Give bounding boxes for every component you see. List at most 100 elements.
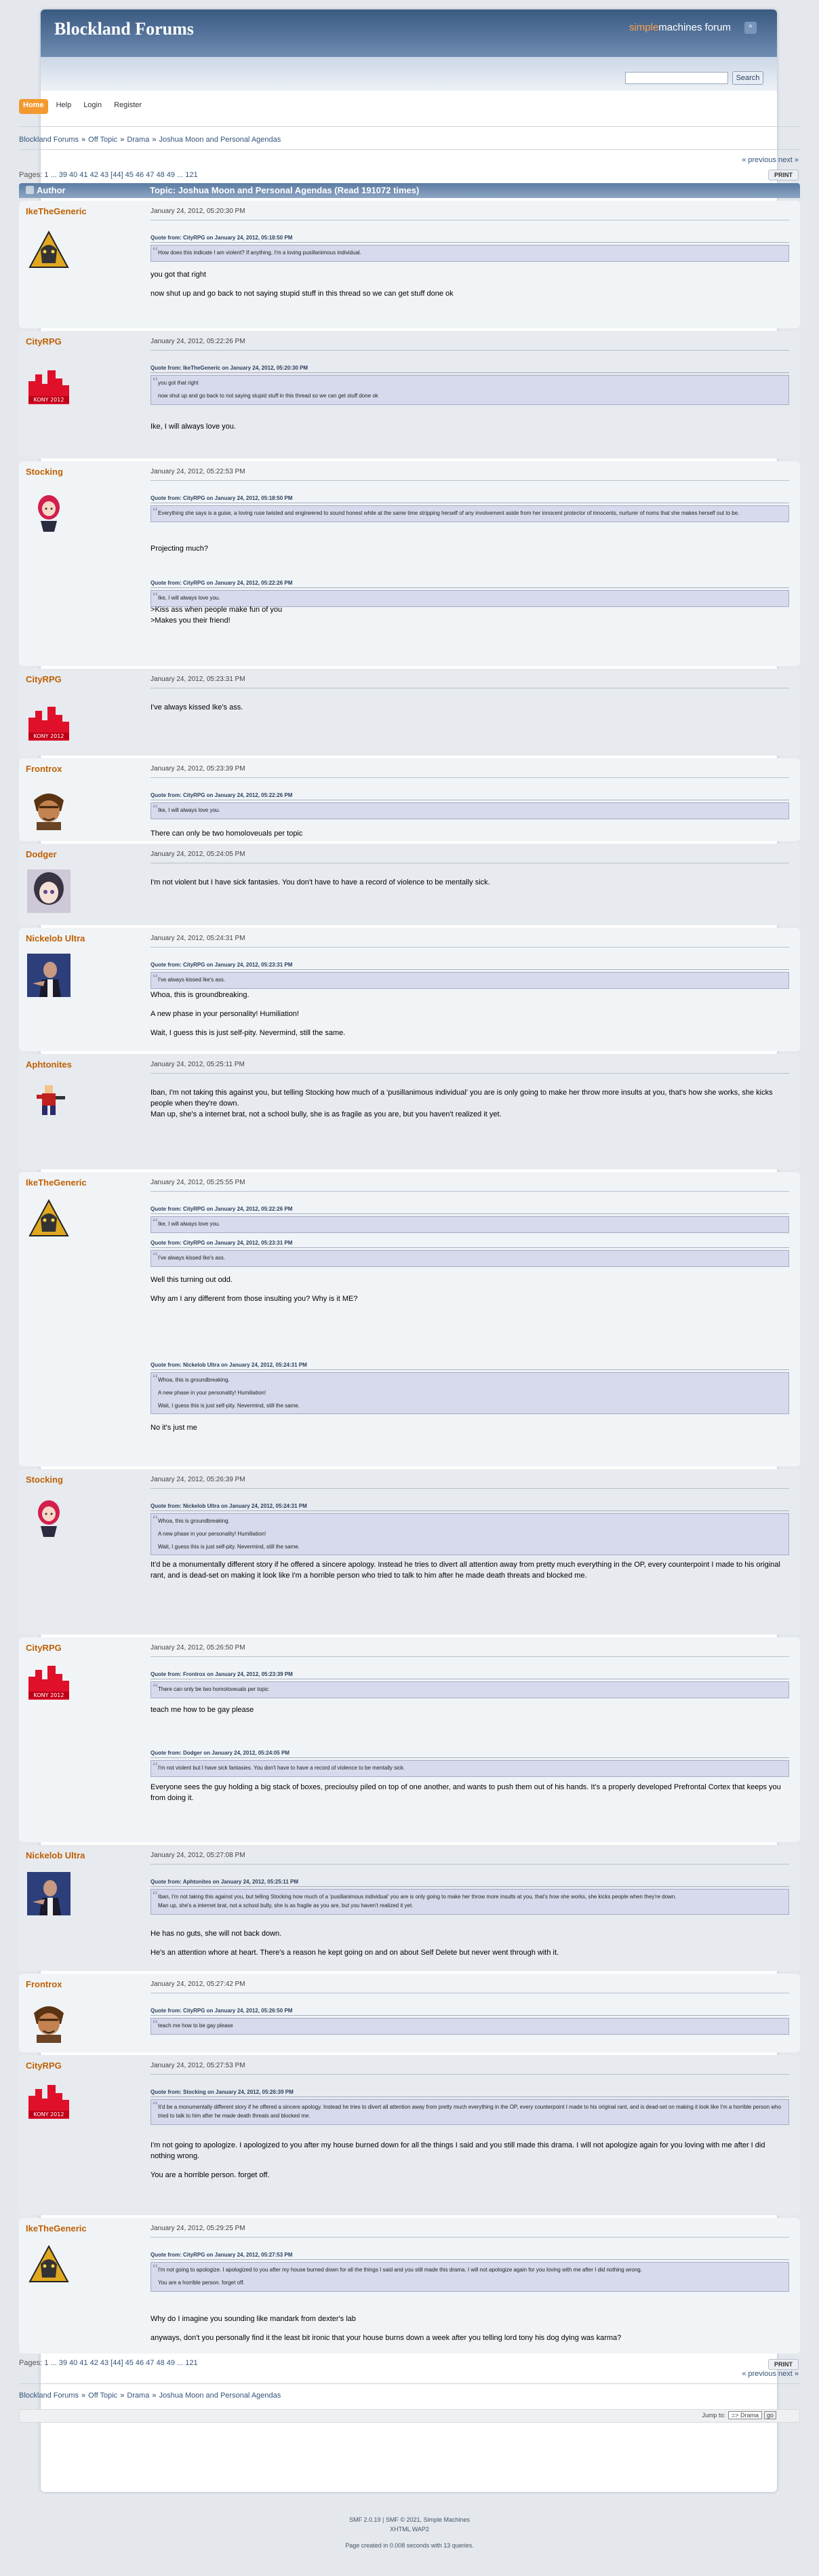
- pages-label: Pages:: [19, 171, 43, 179]
- pagination[interactable]: Pages: 1 ... 39 40 41 42 43 [44] 45 46 4…: [19, 2359, 198, 2367]
- post-paragraph: No it's just me: [151, 1424, 197, 1432]
- post: Frontrox January 24, 2012, 05:23:39 PM Quo…: [19, 758, 800, 841]
- page-links[interactable]: 1 ... 39 40 41 42 43 [44] 45 46 47 48 49…: [44, 171, 197, 179]
- divider: [19, 126, 800, 127]
- previous-topic-link[interactable]: « previous: [742, 156, 776, 164]
- avatar: KONY 2012: [27, 366, 71, 410]
- post-body: There can only be two homoloveuals per t…: [151, 829, 789, 840]
- footer-copyright[interactable]: SMF 2.0.19 | SMF © 2021, Simple Machines: [0, 2516, 819, 2523]
- quote-block: Quote from: Nickelob Ultra on January 24…: [151, 1503, 789, 1556]
- quote-header[interactable]: Quote from: CityRPG on January 24, 2012,…: [151, 2252, 789, 2260]
- quote-header[interactable]: Quote from: IkeTheGeneric on January 24,…: [151, 365, 789, 373]
- poster-name[interactable]: Aphtonites: [26, 1059, 72, 1070]
- quote-header[interactable]: Quote from: Stocking on January 24, 2012…: [151, 2089, 789, 2097]
- breadcrumb-item[interactable]: Off Topic: [88, 136, 117, 144]
- svg-text:KONY 2012: KONY 2012: [34, 397, 64, 403]
- poster-name[interactable]: Frontrox: [26, 764, 62, 774]
- quote-header[interactable]: Quote from: Nickelob Ultra on January 24…: [151, 1362, 789, 1370]
- search-input[interactable]: [625, 72, 728, 84]
- prev-next-nav[interactable]: « previous next »: [742, 156, 799, 164]
- post-date: January 24, 2012, 05:24:31 PM: [151, 935, 245, 942]
- next-topic-link[interactable]: next »: [778, 156, 799, 164]
- prev-next-nav[interactable]: « previous next »: [742, 2370, 799, 2378]
- quote-header[interactable]: Quote from: Frontrox on January 24, 2012…: [151, 1671, 789, 1679]
- quote-header[interactable]: Quote from: CityRPG on January 24, 2012,…: [151, 792, 789, 800]
- poster-name[interactable]: Nickelob Ultra: [26, 1850, 85, 1860]
- poster-name[interactable]: CityRPG: [26, 1643, 62, 1653]
- avatar: [27, 787, 71, 830]
- post-divider: [151, 1073, 789, 1074]
- post-paragraph: Why am I any different from those insult…: [151, 1294, 358, 1303]
- quote-header[interactable]: Quote from: CityRPG on January 24, 2012,…: [151, 962, 789, 970]
- jump-go-button[interactable]: go: [763, 2411, 776, 2419]
- poster-name[interactable]: IkeTheGeneric: [26, 1177, 87, 1188]
- quote-body: Everything she says is a guise, a loving…: [151, 502, 789, 522]
- quote-block: Quote from: CityRPG on January 24, 2012,…: [151, 962, 789, 989]
- quote-body: It'd be a monumentally different story i…: [151, 2096, 789, 2125]
- smf-logo-rest: machines forum: [658, 22, 731, 33]
- print-button[interactable]: PRINT: [768, 170, 799, 180]
- poster-name[interactable]: CityRPG: [26, 2061, 62, 2071]
- quote-body: teach me how to be gay please: [151, 2014, 789, 2035]
- avatar: [27, 870, 71, 913]
- post-date: January 24, 2012, 05:23:31 PM: [151, 676, 245, 683]
- menu-item-login[interactable]: Login: [79, 99, 106, 114]
- menu-item-help[interactable]: Help: [52, 99, 76, 114]
- quote-header[interactable]: Quote from: Nickelob Ultra on January 24…: [151, 1503, 789, 1511]
- post-body: Well this turning out odd. Why am I any d…: [151, 1275, 789, 1305]
- quote-block: Quote from: CityRPG on January 24, 2012,…: [151, 1240, 789, 1267]
- post: IkeTheGeneric January 24, 2012, 05:29:25 …: [19, 2218, 800, 2354]
- quote-header[interactable]: Quote from: CityRPG on January 24, 2012,…: [151, 2008, 789, 2016]
- menu-item-home[interactable]: Home: [19, 99, 48, 114]
- breadcrumb-item[interactable]: Blockland Forums: [19, 136, 79, 144]
- menu-item-register[interactable]: Register: [110, 99, 146, 114]
- poster-name[interactable]: Stocking: [26, 467, 63, 477]
- poster-name[interactable]: IkeTheGeneric: [26, 2223, 87, 2233]
- quote-header[interactable]: Quote from: CityRPG on January 24, 2012,…: [151, 235, 789, 243]
- post-body: Iban, I'm not taking this against you, b…: [151, 1088, 789, 1120]
- quote-header[interactable]: Quote from: Dodger on January 24, 2012, …: [151, 1750, 789, 1758]
- pagination[interactable]: Pages: 1 ... 39 40 41 42 43 [44] 45 46 4…: [19, 171, 198, 179]
- poster-name[interactable]: CityRPG: [26, 336, 62, 347]
- upshrink-icon[interactable]: ^: [744, 22, 757, 34]
- page-links[interactable]: 1 ... 39 40 41 42 43 [44] 45 46 47 48 49…: [44, 2359, 197, 2367]
- quote-header[interactable]: Quote from: CityRPG on January 24, 2012,…: [151, 1206, 789, 1214]
- forum-title[interactable]: Blockland Forums: [54, 19, 194, 39]
- topic-title: Topic: Joshua Moon and Personal Agendas …: [150, 185, 420, 195]
- print-button[interactable]: PRINT: [768, 2359, 799, 2370]
- jump-to: Jump to: => Drama go: [702, 2411, 776, 2419]
- poster-name[interactable]: Frontrox: [26, 1979, 62, 1989]
- poster-name[interactable]: Nickelob Ultra: [26, 933, 85, 943]
- footer-links[interactable]: XHTML WAP2: [0, 2526, 819, 2533]
- breadcrumb-item[interactable]: Drama: [127, 136, 149, 144]
- post-date: January 24, 2012, 05:27:53 PM: [151, 2062, 245, 2069]
- quote-line: I've always kissed Ike's ass.: [158, 977, 226, 983]
- next-topic-link[interactable]: next »: [778, 2370, 799, 2378]
- jump-to-select[interactable]: => Drama: [727, 2411, 762, 2419]
- poster-name[interactable]: Dodger: [26, 849, 57, 859]
- quote-header[interactable]: Quote from: CityRPG on January 24, 2012,…: [151, 580, 789, 588]
- breadcrumb-item[interactable]: Blockland Forums: [19, 2392, 79, 2400]
- poster-name[interactable]: CityRPG: [26, 674, 62, 684]
- breadcrumb-item[interactable]: Joshua Moon and Personal Agendas: [159, 136, 281, 144]
- breadcrumb-item[interactable]: Joshua Moon and Personal Agendas: [159, 2392, 281, 2400]
- breadcrumb-item[interactable]: Drama: [127, 2392, 149, 2400]
- quote-header[interactable]: Quote from: CityRPG on January 24, 2012,…: [151, 1240, 789, 1248]
- post-body: I'm not violent but I have sick fantasie…: [151, 878, 789, 889]
- quote-line: A new phase in your personality! Humilia…: [158, 1530, 266, 1537]
- quote-header[interactable]: Quote from: CityRPG on January 24, 2012,…: [151, 495, 789, 503]
- post-body: Everyone sees the guy holding a big stac…: [151, 1782, 789, 1804]
- user-bar: Search: [41, 57, 777, 91]
- search-button[interactable]: Search: [732, 71, 763, 85]
- breadcrumb-separator: »: [81, 2392, 86, 2400]
- post-divider: [151, 350, 789, 351]
- previous-topic-link[interactable]: « previous: [742, 2370, 776, 2378]
- quote-header[interactable]: Quote from: Aphtonites on January 24, 20…: [151, 1879, 789, 1887]
- quote-line: Whoa, this is groundbreaking.: [158, 1518, 230, 1524]
- post-body: teach me how to be gay please: [151, 1705, 789, 1716]
- breadcrumb-item[interactable]: Off Topic: [88, 2392, 117, 2400]
- poster-name[interactable]: IkeTheGeneric: [26, 206, 87, 216]
- poster-name[interactable]: Stocking: [26, 1475, 63, 1485]
- post-paragraph: Well this turning out odd.: [151, 1276, 233, 1284]
- post-paragraph: You are a horrible person. forget off.: [151, 2170, 270, 2179]
